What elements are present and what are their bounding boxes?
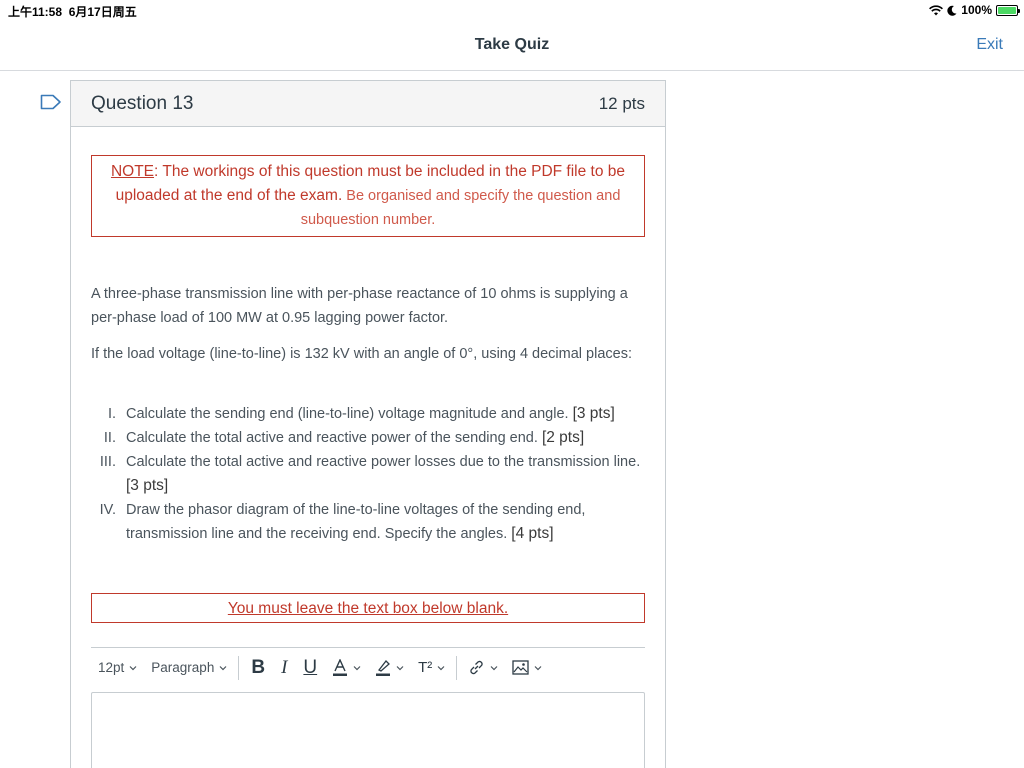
chevron-down-icon — [534, 665, 542, 670]
battery-icon — [996, 4, 1020, 16]
subquestion-points: [3 pts] — [572, 405, 615, 422]
subquestion-list: I. Calculate the sending end (line-to-li… — [91, 402, 647, 546]
link-button[interactable] — [461, 656, 505, 680]
chevron-down-icon — [129, 665, 137, 670]
moon-icon — [947, 5, 957, 16]
warning-text: You must leave the text box below blank. — [227, 600, 509, 617]
warning-box: You must leave the text box below blank. — [91, 593, 645, 623]
subquestion-item: III. Calculate the total active and reac… — [99, 454, 641, 494]
link-icon — [470, 660, 483, 675]
chevron-down-icon — [490, 665, 498, 670]
wifi-icon — [929, 4, 944, 15]
toolbar-divider — [456, 655, 458, 680]
status-bar: 上午11:58 6月17日周五 100% — [0, 0, 1024, 20]
battery-percent: 100% — [961, 3, 992, 17]
image-button[interactable] — [505, 656, 549, 680]
superscript-button[interactable]: T² — [411, 656, 452, 680]
note-text-light: Be organised and specify the question an… — [300, 188, 621, 228]
chevron-down-icon — [219, 665, 227, 670]
text-color-icon — [333, 658, 348, 676]
page-title: Take Quiz — [474, 36, 550, 53]
question-card: Question 13 12 pts NOTE: The workings of… — [70, 80, 666, 768]
question-paragraph-1: A three-phase transmission line with per… — [91, 286, 628, 326]
text-color-button[interactable] — [325, 656, 368, 680]
paragraph-format-select[interactable]: Paragraph — [144, 656, 234, 680]
subquestion-item: IV. Draw the phasor diagram of the line-… — [99, 502, 586, 542]
chevron-down-icon — [353, 665, 361, 670]
question-paragraph-2: If the load voltage (line-to-line) is 13… — [91, 346, 632, 362]
highlight-color-button[interactable] — [368, 656, 411, 680]
editor-toolbar: 12pt Paragraph B I U T² — [91, 647, 645, 687]
nav-bar: Take Quiz Exit — [0, 20, 1024, 71]
font-size-select[interactable]: 12pt — [91, 656, 144, 680]
toolbar-divider — [238, 655, 240, 680]
flag-question-icon[interactable] — [40, 94, 62, 110]
subquestion-points: [3 pts] — [126, 477, 169, 494]
underline-button[interactable]: U — [295, 657, 325, 679]
italic-button[interactable]: I — [273, 657, 295, 679]
subquestion-item: I. Calculate the sending end (line-to-li… — [107, 405, 615, 422]
chevron-down-icon — [437, 665, 445, 670]
answer-text-area[interactable] — [91, 692, 645, 768]
question-title: Question 13 — [91, 93, 194, 114]
subquestion-points: [4 pts] — [511, 525, 554, 542]
note-box: NOTE: The workings of this question must… — [91, 155, 645, 237]
status-indicators: 100% — [929, 3, 1020, 17]
image-icon — [512, 660, 529, 675]
subquestion-item: II. Calculate the total active and react… — [103, 429, 585, 446]
chevron-down-icon — [396, 665, 404, 670]
subquestion-points: [2 pts] — [541, 429, 585, 446]
exit-button[interactable]: Exit — [976, 36, 1003, 54]
status-time: 上午11:58 6月17日周五 — [8, 5, 137, 19]
question-header: Question 13 12 pts — [71, 81, 665, 127]
question-points: 12 pts — [598, 94, 645, 113]
note-label: NOTE — [110, 163, 155, 180]
highlighter-icon — [376, 659, 391, 676]
bold-button[interactable]: B — [243, 657, 273, 679]
